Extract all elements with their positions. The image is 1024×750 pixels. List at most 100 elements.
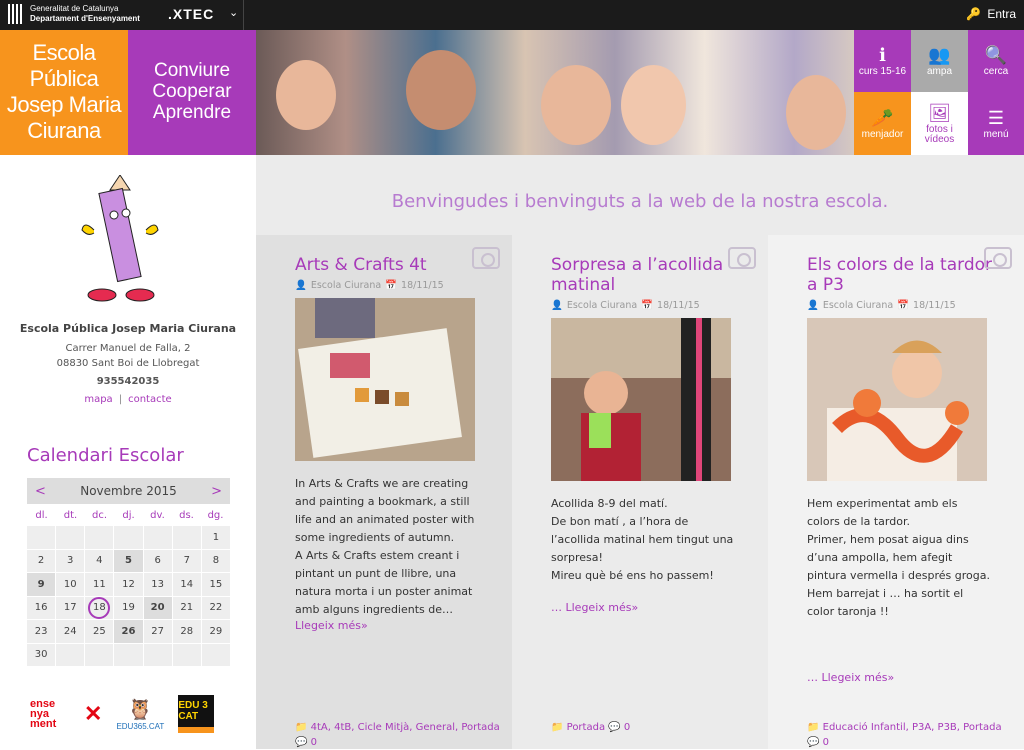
post-card: Els colors de la tardor a P3 👤 Escola Ciu…: [768, 235, 1024, 749]
calendar-day[interactable]: 2: [27, 549, 56, 572]
ensenyament-logo[interactable]: ense nya ment: [30, 699, 70, 730]
calendar-day[interactable]: 26: [114, 620, 143, 643]
tile-curs[interactable]: ℹ curs 15-16: [854, 30, 911, 92]
comment-icon: 💬: [295, 737, 308, 748]
post-title[interactable]: Els colors de la tardor a P3: [807, 255, 1007, 295]
welcome-message: Benvingudes i benvinguts a la web de la …: [391, 191, 889, 212]
weekday-label: dg.: [207, 509, 224, 521]
map-link[interactable]: mapa: [84, 394, 112, 405]
xtec-logo[interactable]: .XTEC: [168, 6, 214, 22]
login-label: Entra: [987, 7, 1016, 21]
calendar-day[interactable]: 6: [143, 549, 172, 572]
calendar-day[interactable]: 14: [172, 573, 201, 596]
calendar-day[interactable]: 25: [85, 620, 114, 643]
weekday-label: dl.: [35, 509, 48, 521]
calendar-day[interactable]: 18: [85, 596, 114, 619]
gencat-line2: Departament d'Ensenyament: [30, 14, 140, 23]
folder-icon: 📁: [807, 722, 820, 733]
calendar-day[interactable]: 5: [114, 549, 143, 572]
calendar-day[interactable]: 3: [56, 549, 85, 572]
weekday-label: ds.: [179, 509, 194, 521]
calendar-day[interactable]: 22: [201, 596, 230, 619]
user-icon: 👤: [807, 300, 819, 311]
calendar-day[interactable]: 17: [56, 596, 85, 619]
read-more-link[interactable]: … Llegeix més»: [551, 601, 768, 614]
tile-cerca[interactable]: 🔍 cerca: [968, 30, 1024, 92]
calendar-day[interactable]: 7: [172, 549, 201, 572]
divider: [243, 0, 244, 30]
calendar-icon: 📅: [897, 300, 910, 311]
calendar-day[interactable]: 11: [85, 573, 114, 596]
top-bar: Generalitat de Catalunya Departament d'E…: [0, 0, 1024, 30]
calendar-empty-cell: [85, 526, 114, 549]
school-name-logo[interactable]: Escola Pública Josep Maria Ciurana: [0, 30, 128, 155]
calendar-day[interactable]: 30: [27, 643, 56, 666]
camera-icon: [728, 247, 756, 269]
post-image[interactable]: [551, 318, 731, 481]
read-more-link[interactable]: Llegeix més»: [295, 619, 512, 632]
sidebar: Escola Pública Josep Maria Ciurana Carre…: [0, 155, 256, 749]
comment-icon: 💬: [608, 722, 621, 733]
calendar-month: Novembre 2015: [80, 484, 177, 498]
calendar-day[interactable]: 12: [114, 573, 143, 596]
calendar-day[interactable]: 19: [114, 596, 143, 619]
calendar-day[interactable]: 20: [143, 596, 172, 619]
calendar-icon: 📅: [385, 280, 398, 291]
calendar-day[interactable]: 15: [201, 573, 230, 596]
calendar-day[interactable]: 10: [56, 573, 85, 596]
calendar-weekdays: dl. dt. dc. dj. dv. ds. dg.: [27, 504, 230, 526]
weekday-label: dc.: [91, 509, 108, 521]
tile-menjador[interactable]: 🥕 menjador: [854, 92, 911, 155]
calendar-empty-cell: [143, 526, 172, 549]
calendar-day[interactable]: 29: [201, 620, 230, 643]
calendar-day[interactable]: 27: [143, 620, 172, 643]
calendar-day[interactable]: 9: [27, 573, 56, 596]
partner-logos: ense nya ment ✕ 🦉 EDU365.CAT EDU 3 CAT: [30, 695, 215, 733]
post-excerpt: Hem experimentat amb els colors de la ta…: [807, 497, 990, 618]
chevron-down-icon[interactable]: ⌄: [229, 6, 238, 19]
post-image[interactable]: [295, 298, 475, 461]
calendar-empty-cell: [114, 643, 143, 666]
contact-link[interactable]: contacte: [128, 394, 172, 405]
tile-menu[interactable]: ☰ menú: [968, 92, 1024, 155]
calendar-day[interactable]: 4: [85, 549, 114, 572]
login-button[interactable]: 🔑 Entra: [966, 7, 1016, 21]
calendar-empty-cell: [27, 526, 56, 549]
post-tags: 📁 Educació Infantil, P3A, P3B, Portada 💬 …: [807, 722, 1002, 748]
calendar-day[interactable]: 16: [27, 596, 56, 619]
calendar-day[interactable]: 1: [201, 526, 230, 549]
post-title[interactable]: Arts & Crafts 4t: [295, 255, 495, 275]
post-card: Sorpresa a l’acollida matinal 👤 Escola Ci…: [512, 235, 768, 749]
calendar-day[interactable]: 13: [143, 573, 172, 596]
pencil-mascot-icon: [81, 175, 159, 302]
tile-ampa[interactable]: 👥 ampa: [911, 30, 968, 92]
weekday-label: dv.: [150, 509, 165, 521]
calendar-day[interactable]: 28: [172, 620, 201, 643]
school-address: Carrer Manuel de Falla, 2 08830 Sant Boi…: [56, 343, 200, 369]
edu365-logo[interactable]: 🦉 EDU365.CAT: [116, 697, 164, 731]
xtec-x-logo[interactable]: ✕: [84, 701, 102, 727]
calendar-next-button[interactable]: >: [211, 484, 222, 499]
user-icon: 👤: [551, 300, 563, 311]
calendar-day[interactable]: 8: [201, 549, 230, 572]
post-image[interactable]: [807, 318, 987, 481]
school-name: Escola Pública Josep Maria Ciurana: [19, 322, 237, 335]
read-more-link[interactable]: … Llegeix més»: [807, 671, 1024, 684]
post-meta: 👤 Escola Ciurana 📅 18/11/15: [551, 300, 700, 311]
calendar-empty-cell: [172, 526, 201, 549]
folder-icon: 📁: [295, 722, 308, 733]
calendar-day[interactable]: 21: [172, 596, 201, 619]
calendar-prev-button[interactable]: <: [35, 484, 46, 499]
calendar-empty-cell: [201, 643, 230, 666]
folder-icon: 📁: [551, 722, 564, 733]
gencat-logo[interactable]: Generalitat de Catalunya Departament d'E…: [8, 4, 140, 24]
weekday-label: dj.: [122, 509, 135, 521]
gencat-flag-icon: [8, 4, 24, 24]
edu3-logo[interactable]: EDU 3 CAT: [178, 695, 215, 733]
post-title[interactable]: Sorpresa a l’acollida matinal: [551, 255, 751, 295]
calendar-day[interactable]: 23: [27, 620, 56, 643]
tile-fotos[interactable]: 🖼 fotos i vídeos: [911, 92, 968, 155]
calendar: < Novembre 2015 > dl. dt. dc. dj. dv. ds. dg. …: [27, 478, 230, 666]
gencat-line1: Generalitat de Catalunya: [30, 4, 119, 13]
calendar-day[interactable]: 24: [56, 620, 85, 643]
